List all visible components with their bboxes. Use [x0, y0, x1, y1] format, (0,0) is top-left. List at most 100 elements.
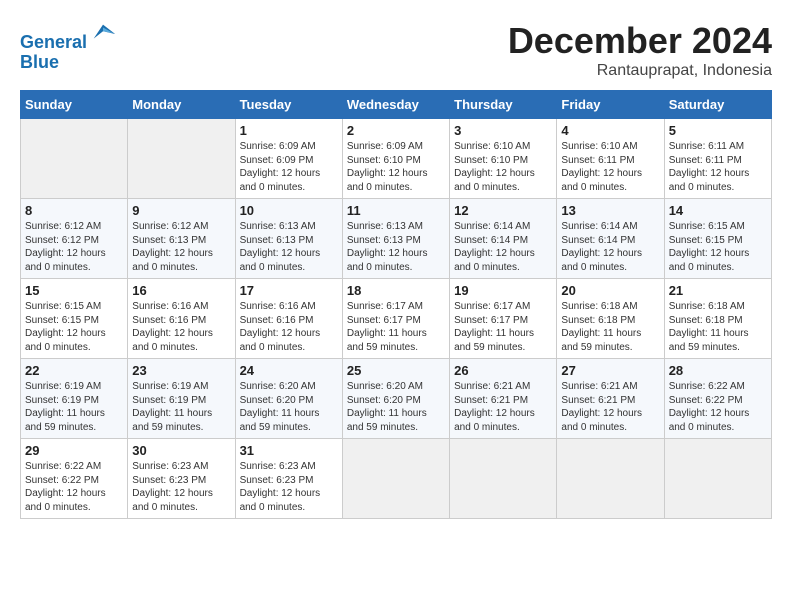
day-info: Sunrise: 6:09 AMSunset: 6:09 PMDaylight:… — [240, 140, 338, 194]
calendar-cell — [664, 439, 771, 519]
weekday-header-thursday: Thursday — [450, 91, 557, 119]
day-info: Sunrise: 6:21 AMSunset: 6:21 PMDaylight:… — [561, 380, 659, 434]
calendar-cell: 15Sunrise: 6:15 AMSunset: 6:15 PMDayligh… — [21, 279, 128, 359]
calendar-cell: 17Sunrise: 6:16 AMSunset: 6:16 PMDayligh… — [235, 279, 342, 359]
day-info: Sunrise: 6:19 AMSunset: 6:19 PMDaylight:… — [132, 380, 230, 434]
logo-general: General — [20, 32, 87, 52]
calendar-week-4: 22 Sunrise: 6:19 AMSunset: 6:19 PMDayligh… — [21, 359, 772, 439]
calendar-cell: 4 Sunrise: 6:10 AMSunset: 6:11 PMDaylight… — [557, 119, 664, 199]
day-info: Sunrise: 6:20 AMSunset: 6:20 PMDaylight:… — [347, 380, 445, 434]
calendar-cell: 27 Sunrise: 6:21 AMSunset: 6:21 PMDayligh… — [557, 359, 664, 439]
day-number: 12 — [454, 203, 552, 218]
calendar-cell: 18 Sunrise: 6:17 AMSunset: 6:17 PMDayligh… — [342, 279, 449, 359]
calendar-cell: 29 Sunrise: 6:22 AMSunset: 6:22 PMDayligh… — [21, 439, 128, 519]
weekday-header-friday: Friday — [557, 91, 664, 119]
calendar-cell: 22 Sunrise: 6:19 AMSunset: 6:19 PMDayligh… — [21, 359, 128, 439]
day-info: Sunrise: 6:17 AMSunset: 6:17 PMDaylight:… — [347, 300, 445, 354]
day-info: Sunrise: 6:15 AMSunset: 6:15 PMDaylight:… — [669, 220, 767, 274]
day-number: 14 — [669, 203, 767, 218]
calendar-week-3: 15Sunrise: 6:15 AMSunset: 6:15 PMDayligh… — [21, 279, 772, 359]
day-info: Sunrise: 6:23 AMSunset: 6:23 PMDaylight:… — [240, 460, 338, 514]
day-number: 10 — [240, 203, 338, 218]
calendar-cell — [21, 119, 128, 199]
weekday-header-sunday: Sunday — [21, 91, 128, 119]
day-number: 20 — [561, 283, 659, 298]
calendar-body: 1 Sunrise: 6:09 AMSunset: 6:09 PMDaylight… — [21, 119, 772, 519]
day-number: 13 — [561, 203, 659, 218]
calendar-cell: 19 Sunrise: 6:17 AMSunset: 6:17 PMDayligh… — [450, 279, 557, 359]
day-number: 30 — [132, 443, 230, 458]
day-info: Sunrise: 6:13 AMSunset: 6:13 PMDaylight:… — [240, 220, 338, 274]
day-info: Sunrise: 6:11 AMSunset: 6:11 PMDaylight:… — [669, 140, 767, 194]
calendar-week-1: 1 Sunrise: 6:09 AMSunset: 6:09 PMDaylight… — [21, 119, 772, 199]
day-number: 4 — [561, 123, 659, 138]
day-number: 19 — [454, 283, 552, 298]
day-number: 21 — [669, 283, 767, 298]
day-number: 1 — [240, 123, 338, 138]
calendar-cell: 20 Sunrise: 6:18 AMSunset: 6:18 PMDayligh… — [557, 279, 664, 359]
calendar-cell: 10 Sunrise: 6:13 AMSunset: 6:13 PMDayligh… — [235, 199, 342, 279]
day-info: Sunrise: 6:13 AMSunset: 6:13 PMDaylight:… — [347, 220, 445, 274]
calendar-cell: 3 Sunrise: 6:10 AMSunset: 6:10 PMDaylight… — [450, 119, 557, 199]
day-number: 5 — [669, 123, 767, 138]
calendar-cell: 11 Sunrise: 6:13 AMSunset: 6:13 PMDayligh… — [342, 199, 449, 279]
calendar-cell: 12 Sunrise: 6:14 AMSunset: 6:14 PMDayligh… — [450, 199, 557, 279]
title-block: December 2024 Rantauprapat, Indonesia — [508, 20, 772, 80]
day-number: 8 — [25, 203, 123, 218]
day-info: Sunrise: 6:09 AMSunset: 6:10 PMDaylight:… — [347, 140, 445, 194]
day-info: Sunrise: 6:18 AMSunset: 6:18 PMDaylight:… — [561, 300, 659, 354]
day-info: Sunrise: 6:10 AMSunset: 6:11 PMDaylight:… — [561, 140, 659, 194]
month-title: December 2024 — [508, 20, 772, 62]
calendar-cell: 30 Sunrise: 6:23 AMSunset: 6:23 PMDayligh… — [128, 439, 235, 519]
day-number: 9 — [132, 203, 230, 218]
calendar-cell: 14 Sunrise: 6:15 AMSunset: 6:15 PMDayligh… — [664, 199, 771, 279]
day-info: Sunrise: 6:17 AMSunset: 6:17 PMDaylight:… — [454, 300, 552, 354]
day-info: Sunrise: 6:12 AMSunset: 6:13 PMDaylight:… — [132, 220, 230, 274]
day-number: 3 — [454, 123, 552, 138]
day-number: 28 — [669, 363, 767, 378]
day-info: Sunrise: 6:19 AMSunset: 6:19 PMDaylight:… — [25, 380, 123, 434]
day-number: 26 — [454, 363, 552, 378]
day-info: Sunrise: 6:16 AMSunset: 6:16 PMDaylight:… — [240, 300, 338, 354]
day-number: 22 — [25, 363, 123, 378]
calendar-cell — [128, 119, 235, 199]
day-info: Sunrise: 6:20 AMSunset: 6:20 PMDaylight:… — [240, 380, 338, 434]
location-subtitle: Rantauprapat, Indonesia — [508, 62, 772, 80]
day-number: 15 — [25, 283, 123, 298]
calendar-cell: 21 Sunrise: 6:18 AMSunset: 6:18 PMDayligh… — [664, 279, 771, 359]
calendar-cell — [450, 439, 557, 519]
calendar-cell: 28 Sunrise: 6:22 AMSunset: 6:22 PMDayligh… — [664, 359, 771, 439]
calendar-cell: 26Sunrise: 6:21 AMSunset: 6:21 PMDayligh… — [450, 359, 557, 439]
page-header: General Blue December 2024 Rantauprapat,… — [20, 20, 772, 80]
day-number: 27 — [561, 363, 659, 378]
day-number: 2 — [347, 123, 445, 138]
calendar-cell — [557, 439, 664, 519]
day-info: Sunrise: 6:22 AMSunset: 6:22 PMDaylight:… — [669, 380, 767, 434]
calendar-cell: 9 Sunrise: 6:12 AMSunset: 6:13 PMDaylight… — [128, 199, 235, 279]
day-number: 29 — [25, 443, 123, 458]
day-info: Sunrise: 6:14 AMSunset: 6:14 PMDaylight:… — [561, 220, 659, 274]
weekday-header-wednesday: Wednesday — [342, 91, 449, 119]
day-number: 24 — [240, 363, 338, 378]
calendar-cell: 23 Sunrise: 6:19 AMSunset: 6:19 PMDayligh… — [128, 359, 235, 439]
day-info: Sunrise: 6:22 AMSunset: 6:22 PMDaylight:… — [25, 460, 123, 514]
calendar-week-5: 29 Sunrise: 6:22 AMSunset: 6:22 PMDayligh… — [21, 439, 772, 519]
logo-bird-icon — [89, 20, 117, 48]
day-info: Sunrise: 6:18 AMSunset: 6:18 PMDaylight:… — [669, 300, 767, 354]
logo-blue: Blue — [20, 52, 59, 72]
day-number: 11 — [347, 203, 445, 218]
weekday-header-saturday: Saturday — [664, 91, 771, 119]
day-number: 16 — [132, 283, 230, 298]
calendar-cell: 5 Sunrise: 6:11 AMSunset: 6:11 PMDaylight… — [664, 119, 771, 199]
calendar-cell: 1 Sunrise: 6:09 AMSunset: 6:09 PMDaylight… — [235, 119, 342, 199]
day-number: 18 — [347, 283, 445, 298]
day-info: Sunrise: 6:14 AMSunset: 6:14 PMDaylight:… — [454, 220, 552, 274]
day-info: Sunrise: 6:10 AMSunset: 6:10 PMDaylight:… — [454, 140, 552, 194]
logo: General Blue — [20, 20, 117, 73]
calendar-table: SundayMondayTuesdayWednesdayThursdayFrid… — [20, 90, 772, 519]
day-info: Sunrise: 6:23 AMSunset: 6:23 PMDaylight:… — [132, 460, 230, 514]
calendar-header-row: SundayMondayTuesdayWednesdayThursdayFrid… — [21, 91, 772, 119]
calendar-week-2: 8Sunrise: 6:12 AMSunset: 6:12 PMDaylight… — [21, 199, 772, 279]
calendar-cell: 2 Sunrise: 6:09 AMSunset: 6:10 PMDaylight… — [342, 119, 449, 199]
day-number: 23 — [132, 363, 230, 378]
